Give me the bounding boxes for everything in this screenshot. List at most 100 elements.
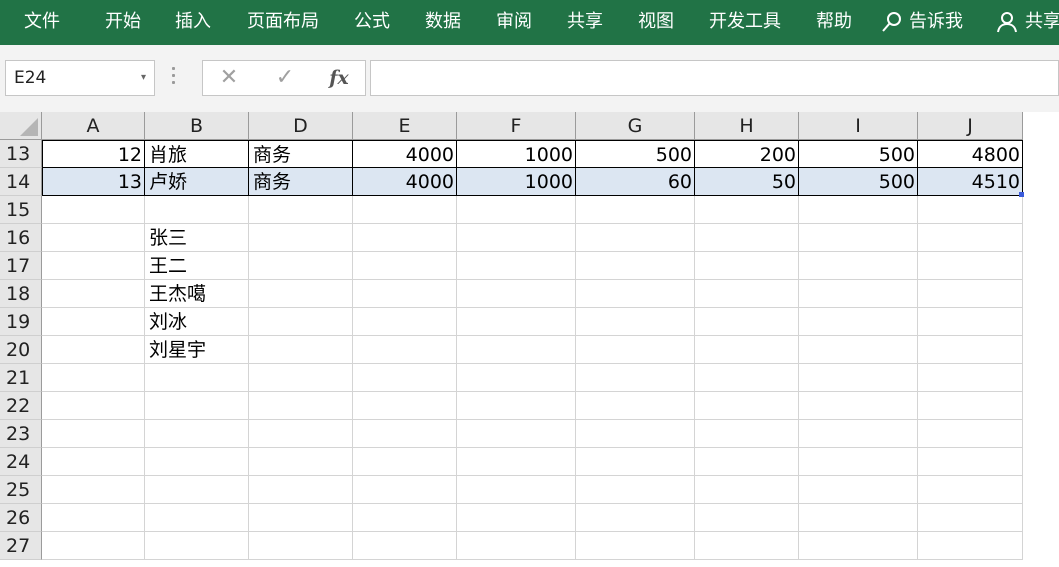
cell-a21[interactable] — [42, 364, 145, 392]
cell-b25[interactable] — [145, 476, 249, 504]
cell-f14[interactable]: 1000 — [457, 168, 576, 196]
cell-f16[interactable] — [457, 224, 576, 252]
row-header-20[interactable]: 20 — [0, 336, 42, 364]
column-header-f[interactable]: F — [457, 112, 576, 140]
cell-i23[interactable] — [799, 420, 918, 448]
tab-review[interactable]: 审阅 — [496, 0, 532, 45]
cell-i15[interactable] — [799, 196, 918, 224]
row-header-24[interactable]: 24 — [0, 448, 42, 476]
cell-h18[interactable] — [695, 280, 799, 308]
cell-i18[interactable] — [799, 280, 918, 308]
cell-j22[interactable] — [918, 392, 1023, 420]
cell-a20[interactable] — [42, 336, 145, 364]
cell-a15[interactable] — [42, 196, 145, 224]
column-header-h[interactable]: H — [695, 112, 799, 140]
cell-e20[interactable] — [353, 336, 457, 364]
column-header-b[interactable]: B — [145, 112, 249, 140]
cell-e26[interactable] — [353, 504, 457, 532]
cell-e18[interactable] — [353, 280, 457, 308]
cell-f21[interactable] — [457, 364, 576, 392]
cell-a22[interactable] — [42, 392, 145, 420]
column-header-j[interactable]: J — [918, 112, 1023, 140]
cell-g14[interactable]: 60 — [576, 168, 695, 196]
cell-b16[interactable]: 张三 — [145, 224, 249, 252]
cell-j17[interactable] — [918, 252, 1023, 280]
cell-a23[interactable] — [42, 420, 145, 448]
insert-function-icon[interactable]: fx — [319, 61, 359, 95]
cell-j26[interactable] — [918, 504, 1023, 532]
cell-e25[interactable] — [353, 476, 457, 504]
cell-f26[interactable] — [457, 504, 576, 532]
cell-e23[interactable] — [353, 420, 457, 448]
cell-h24[interactable] — [695, 448, 799, 476]
cell-e24[interactable] — [353, 448, 457, 476]
cell-h25[interactable] — [695, 476, 799, 504]
row-header-14[interactable]: 14 — [0, 168, 42, 196]
cell-a14[interactable]: 13 — [42, 168, 145, 196]
cell-i13[interactable]: 500 — [799, 140, 918, 168]
cell-b19[interactable]: 刘冰 — [145, 308, 249, 336]
cell-j20[interactable] — [918, 336, 1023, 364]
column-header-a[interactable]: A — [42, 112, 145, 140]
cell-i22[interactable] — [799, 392, 918, 420]
cell-f23[interactable] — [457, 420, 576, 448]
worksheet-grid[interactable]: A B D E F G H I J 13 12 肖旅 商务 4000 1000 500 200 500 4800 14… — [0, 112, 1059, 567]
tab-developer[interactable]: 开发工具 — [709, 0, 781, 45]
cell-e17[interactable] — [353, 252, 457, 280]
column-header-d[interactable]: D — [249, 112, 353, 140]
cell-d22[interactable] — [249, 392, 353, 420]
cell-h15[interactable] — [695, 196, 799, 224]
column-header-e[interactable]: E — [353, 112, 457, 140]
cell-b13[interactable]: 肖旅 — [145, 140, 249, 168]
cell-i20[interactable] — [799, 336, 918, 364]
cell-b20[interactable]: 刘星宇 — [145, 336, 249, 364]
row-header-13[interactable]: 13 — [0, 140, 42, 168]
cell-f17[interactable] — [457, 252, 576, 280]
cell-g23[interactable] — [576, 420, 695, 448]
cell-g25[interactable] — [576, 476, 695, 504]
row-header-23[interactable]: 23 — [0, 420, 42, 448]
cell-b26[interactable] — [145, 504, 249, 532]
select-all-corner[interactable] — [0, 112, 42, 140]
cell-j25[interactable] — [918, 476, 1023, 504]
column-header-i[interactable]: I — [799, 112, 918, 140]
cell-d21[interactable] — [249, 364, 353, 392]
enter-icon[interactable]: ✓ — [265, 61, 305, 95]
cell-i19[interactable] — [799, 308, 918, 336]
cell-d24[interactable] — [249, 448, 353, 476]
cell-d16[interactable] — [249, 224, 353, 252]
cell-d23[interactable] — [249, 420, 353, 448]
cell-f13[interactable]: 1000 — [457, 140, 576, 168]
tab-home[interactable]: 开始 — [105, 0, 141, 45]
column-header-g[interactable]: G — [576, 112, 695, 140]
row-header-21[interactable]: 21 — [0, 364, 42, 392]
cell-i17[interactable] — [799, 252, 918, 280]
cell-i16[interactable] — [799, 224, 918, 252]
tab-share[interactable]: 共享 — [567, 0, 603, 45]
cell-j14[interactable]: 4510 — [918, 168, 1023, 196]
cell-h20[interactable] — [695, 336, 799, 364]
cell-j23[interactable] — [918, 420, 1023, 448]
cell-d26[interactable] — [249, 504, 353, 532]
row-header-22[interactable]: 22 — [0, 392, 42, 420]
cell-a27[interactable] — [42, 532, 145, 560]
cell-i25[interactable] — [799, 476, 918, 504]
drag-handle-icon[interactable] — [172, 67, 176, 88]
cell-b24[interactable] — [145, 448, 249, 476]
cell-f15[interactable] — [457, 196, 576, 224]
cell-e27[interactable] — [353, 532, 457, 560]
cell-h17[interactable] — [695, 252, 799, 280]
cell-d13[interactable]: 商务 — [249, 140, 353, 168]
cell-j16[interactable] — [918, 224, 1023, 252]
cell-g21[interactable] — [576, 364, 695, 392]
cell-e16[interactable] — [353, 224, 457, 252]
cell-i14[interactable]: 500 — [799, 168, 918, 196]
cell-h13[interactable]: 200 — [695, 140, 799, 168]
cell-e15[interactable] — [353, 196, 457, 224]
cell-b18[interactable]: 王杰噶 — [145, 280, 249, 308]
cell-j18[interactable] — [918, 280, 1023, 308]
cell-d27[interactable] — [249, 532, 353, 560]
row-header-27[interactable]: 27 — [0, 532, 42, 560]
tab-file[interactable]: 文件 — [24, 0, 60, 45]
cell-e14[interactable]: 4000 — [353, 168, 457, 196]
